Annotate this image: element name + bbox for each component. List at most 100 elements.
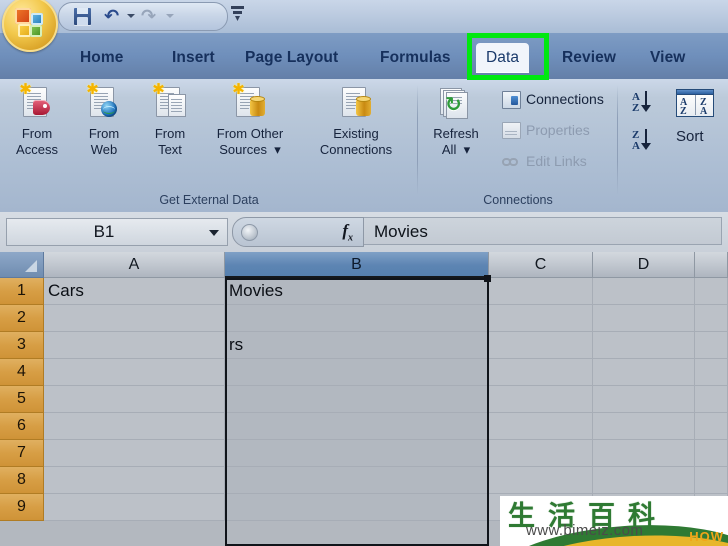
tab-formulas[interactable]: Formulas <box>370 43 461 73</box>
cell-b5[interactable] <box>225 386 489 413</box>
sort-descending-button[interactable]: Z A <box>632 127 662 157</box>
cell-d8[interactable] <box>593 467 695 494</box>
name-box-dropdown-icon[interactable] <box>209 230 219 236</box>
sort-ascending-button[interactable]: A Z <box>632 89 662 119</box>
cell-a2[interactable] <box>44 305 225 332</box>
row-header-9[interactable]: 9 <box>0 494 44 521</box>
from-other-sources-button[interactable]: ✱ From Other Sources ▾ <box>200 82 300 157</box>
from-web-icon: ✱ <box>84 82 124 125</box>
watermark: 生活百科 www.bimeiz.com HOW <box>500 496 728 546</box>
cell-e4[interactable] <box>695 359 728 386</box>
fill-handle[interactable] <box>484 275 491 282</box>
save-icon[interactable] <box>73 7 92 26</box>
from-access-button[interactable]: ✱ From Access <box>4 82 70 157</box>
cell-e3[interactable] <box>695 332 728 359</box>
from-text-button[interactable]: ✱ From Text <box>137 82 203 157</box>
refresh-all-dropdown-icon[interactable]: ▾ <box>460 142 471 157</box>
cell-c6[interactable] <box>489 413 593 440</box>
cell-c4[interactable] <box>489 359 593 386</box>
column-header-c[interactable]: C <box>489 252 593 278</box>
row-header-6[interactable]: 6 <box>0 413 44 440</box>
cell-e6[interactable] <box>695 413 728 440</box>
sort-dialog-icon[interactable]: A Z Z A <box>676 89 714 119</box>
column-header-d[interactable]: D <box>593 252 695 278</box>
from-other-sources-dropdown-icon[interactable]: ▾ <box>271 142 281 157</box>
row-header-8[interactable]: 8 <box>0 467 44 494</box>
cell-a6[interactable] <box>44 413 225 440</box>
cell-d6[interactable] <box>593 413 695 440</box>
cell-d2[interactable] <box>593 305 695 332</box>
column-header-b[interactable]: B <box>225 252 489 278</box>
from-other-sources-icon: ✱ <box>230 82 270 125</box>
existing-connections-button[interactable]: Existing Connections <box>306 85 406 157</box>
cell-b1[interactable]: Movies <box>225 278 489 305</box>
undo-icon[interactable]: ↶ <box>104 7 123 26</box>
cell-c2[interactable] <box>489 305 593 332</box>
existing-connections-label-line2: Connections <box>319 142 393 157</box>
cell-a7[interactable] <box>44 440 225 467</box>
row-header-7[interactable]: 7 <box>0 440 44 467</box>
watermark-url: www.bimeiz.com <box>526 522 644 539</box>
cell-c3[interactable] <box>489 332 593 359</box>
cell-b7[interactable] <box>225 440 489 467</box>
cell-c5[interactable] <box>489 386 593 413</box>
row-header-3[interactable]: 3 <box>0 332 44 359</box>
tab-view[interactable]: View <box>640 43 695 73</box>
cell-b6[interactable] <box>225 413 489 440</box>
cell-a1[interactable]: Cars <box>44 278 225 305</box>
cell-b9[interactable] <box>225 494 489 521</box>
group-label-get-external-data: Get External Data <box>159 193 259 207</box>
cell-b2[interactable] <box>225 305 489 332</box>
existing-connections-label-line1: Existing <box>333 126 379 141</box>
cell-d4[interactable] <box>593 359 695 386</box>
undo-dropdown-icon[interactable] <box>127 14 135 18</box>
cell-d7[interactable] <box>593 440 695 467</box>
cell-b3[interactable]: rs <box>225 332 489 359</box>
column-header-a[interactable]: A <box>44 252 225 278</box>
cell-c7[interactable] <box>489 440 593 467</box>
select-all-corner[interactable] <box>0 252 44 278</box>
properties-label: Properties <box>526 122 590 138</box>
customize-quick-access-toolbar-icon[interactable] <box>231 6 244 22</box>
from-web-button[interactable]: ✱ From Web <box>71 82 137 157</box>
insert-function-icon[interactable]: fx <box>342 221 353 243</box>
cell-e7[interactable] <box>695 440 728 467</box>
formula-bar-expand-icon[interactable] <box>241 224 258 241</box>
row-header-1[interactable]: 1 <box>0 278 44 305</box>
tab-review[interactable]: Review <box>552 43 626 73</box>
cell-a9[interactable] <box>44 494 225 521</box>
cell-b8[interactable] <box>225 467 489 494</box>
cell-e1[interactable] <box>695 278 728 305</box>
name-box[interactable]: B1 <box>6 218 228 246</box>
cell-a5[interactable] <box>44 386 225 413</box>
cell-b4[interactable] <box>225 359 489 386</box>
cell-e2[interactable] <box>695 305 728 332</box>
from-text-icon: ✱ <box>150 82 190 125</box>
row-header-5[interactable]: 5 <box>0 386 44 413</box>
cell-d1[interactable] <box>593 278 695 305</box>
refresh-all-label-text: All <box>441 142 457 157</box>
row-header-4[interactable]: 4 <box>0 359 44 386</box>
tab-page-layout[interactable]: Page Layout <box>235 43 348 73</box>
from-text-label-line1: From <box>154 126 186 141</box>
cell-e5[interactable] <box>695 386 728 413</box>
sort-button-label[interactable]: Sort <box>676 127 726 147</box>
sort-icon-letter-4: A <box>700 106 708 117</box>
row-header-2[interactable]: 2 <box>0 305 44 332</box>
formula-bar: B1 fx Movies <box>0 212 728 253</box>
cell-d3[interactable] <box>593 332 695 359</box>
cell-c1[interactable] <box>489 278 593 305</box>
tab-insert[interactable]: Insert <box>162 43 225 73</box>
cell-a4[interactable] <box>44 359 225 386</box>
cell-c8[interactable] <box>489 467 593 494</box>
cell-a8[interactable] <box>44 467 225 494</box>
column-header-e[interactable] <box>695 252 728 278</box>
refresh-all-button[interactable]: ↻ Refresh All ▾ <box>420 85 492 157</box>
cell-e8[interactable] <box>695 467 728 494</box>
cell-a3[interactable] <box>44 332 225 359</box>
name-box-value: B1 <box>93 222 115 241</box>
formula-input[interactable]: Movies <box>364 217 722 245</box>
tab-home[interactable]: Home <box>70 43 133 73</box>
edit-links-icon <box>502 152 520 170</box>
cell-d5[interactable] <box>593 386 695 413</box>
